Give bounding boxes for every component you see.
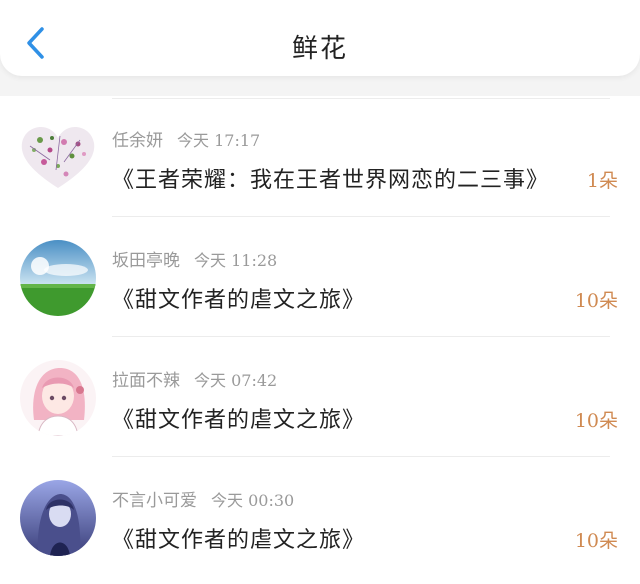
avatar[interactable] bbox=[20, 480, 96, 556]
flower-list: 任余妍 今天 17:17 《王者荣耀：我在王者世界网恋的二三事》 1朵 坂田亭晚… bbox=[0, 96, 640, 584]
avatar[interactable] bbox=[20, 240, 96, 316]
book-title[interactable]: 《甜文作者的虐文之旅》 bbox=[112, 402, 365, 434]
page-title: 鲜花 bbox=[291, 34, 348, 64]
item-meta: 坂田亭晚 今天 11:28 bbox=[112, 246, 277, 271]
timestamp: 今天 00:30 bbox=[211, 491, 295, 510]
flower-count: 10朵 bbox=[574, 290, 618, 312]
avatar[interactable] bbox=[20, 360, 96, 436]
list-item[interactable]: 任余妍 今天 17:17 《王者荣耀：我在王者世界网恋的二三事》 1朵 bbox=[0, 96, 640, 216]
username[interactable]: 拉面不辣 bbox=[112, 371, 180, 391]
timestamp: 今天 17:17 bbox=[177, 131, 261, 150]
item-meta: 拉面不辣 今天 07:42 bbox=[112, 366, 277, 391]
avatar[interactable] bbox=[20, 126, 96, 190]
list-item[interactable]: 坂田亭晚 今天 11:28 《甜文作者的虐文之旅》 10朵 bbox=[0, 216, 640, 336]
username[interactable]: 坂田亭晚 bbox=[112, 251, 180, 271]
list-item[interactable]: 不言小可爱 今天 00:30 《甜文作者的虐文之旅》 10朵 bbox=[0, 456, 640, 576]
divider bbox=[112, 456, 610, 457]
book-title[interactable]: 《王者荣耀：我在王者世界网恋的二三事》 bbox=[112, 162, 549, 194]
book-title[interactable]: 《甜文作者的虐文之旅》 bbox=[112, 522, 365, 554]
divider bbox=[112, 336, 610, 337]
top-bar: 鲜花 bbox=[0, 0, 640, 76]
divider bbox=[112, 98, 610, 99]
list-item[interactable]: 拉面不辣 今天 07:42 《甜文作者的虐文之旅》 10朵 bbox=[0, 336, 640, 456]
divider bbox=[112, 216, 610, 217]
flower-count: 1朵 bbox=[586, 170, 618, 192]
flower-count: 10朵 bbox=[574, 530, 618, 552]
timestamp: 今天 11:28 bbox=[194, 251, 278, 270]
username[interactable]: 任余妍 bbox=[112, 131, 163, 151]
item-meta: 任余妍 今天 17:17 bbox=[112, 126, 260, 151]
timestamp: 今天 07:42 bbox=[194, 371, 278, 390]
item-meta: 不言小可爱 今天 00:30 bbox=[112, 486, 294, 511]
book-title[interactable]: 《甜文作者的虐文之旅》 bbox=[112, 282, 365, 314]
flower-count: 10朵 bbox=[574, 410, 618, 432]
username[interactable]: 不言小可爱 bbox=[112, 491, 197, 511]
